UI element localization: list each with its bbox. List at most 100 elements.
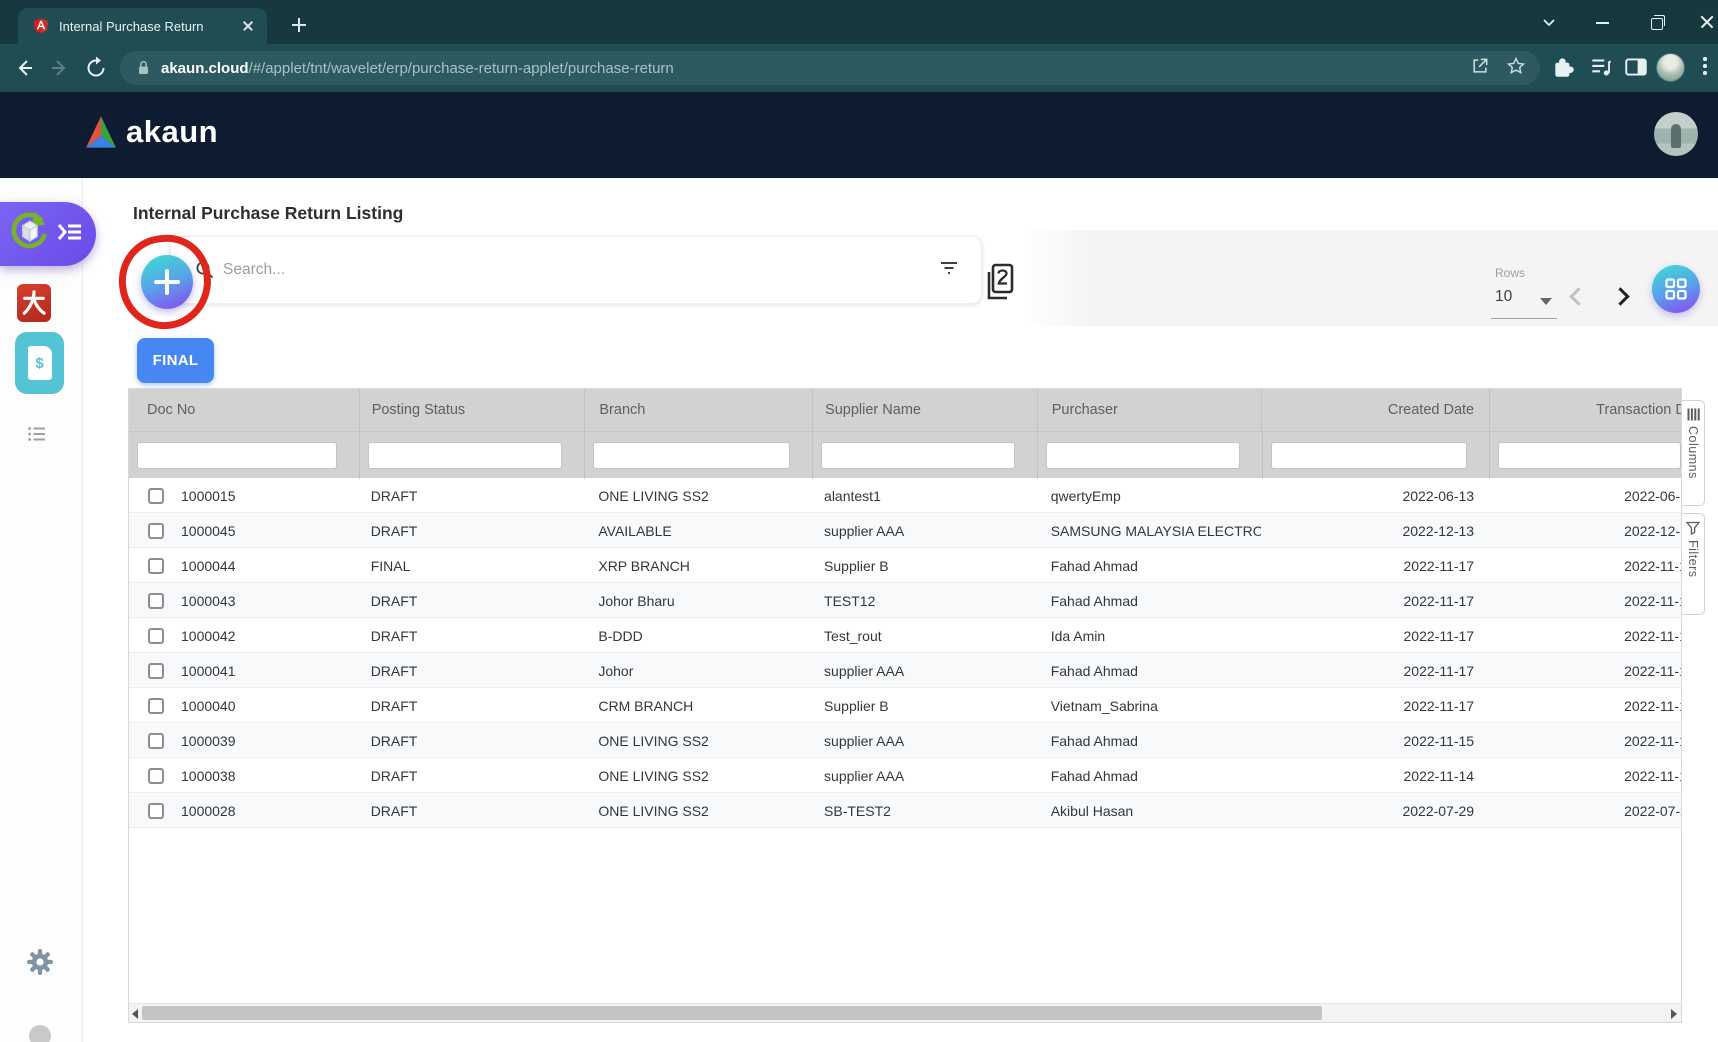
table-row[interactable]: 1000044FINALXRP BRANCHSupplier BFahad Ah… xyxy=(129,548,1681,583)
table-row[interactable]: 1000042DRAFTB-DDDTest_routIda Amin2022-1… xyxy=(129,618,1681,653)
filter-input-supplier-name[interactable] xyxy=(821,442,1015,469)
doc-no-text: 1000040 xyxy=(181,698,236,714)
cell-purchaser: Fahad Ahmad xyxy=(1037,548,1262,583)
table-row[interactable]: 1000028DRAFTONE LIVING SS2SB-TEST2Akibul… xyxy=(129,793,1681,828)
sidebar-item-purchase-return-applet[interactable] xyxy=(0,202,96,266)
row-checkbox[interactable] xyxy=(148,733,164,749)
tab-close-icon[interactable] xyxy=(239,17,257,35)
playlist-icon xyxy=(57,220,83,249)
cell-posting-status: DRAFT xyxy=(359,793,585,828)
table-header-row: Doc No Posting Status Branch Supplier Na… xyxy=(129,389,1681,431)
sidebar-item-cjk-app[interactable] xyxy=(17,284,51,322)
filter-input-posting-status[interactable] xyxy=(368,442,563,469)
reading-list-icon[interactable] xyxy=(1588,54,1616,82)
row-checkbox[interactable] xyxy=(148,663,164,679)
row-checkbox[interactable] xyxy=(148,558,164,574)
share-icon[interactable] xyxy=(1470,56,1490,81)
brand-name: akaun xyxy=(126,114,218,150)
cell-transaction-date: 2022-11-17 xyxy=(1489,548,1681,583)
create-new-button[interactable] xyxy=(141,255,193,309)
browser-menu-icon[interactable] xyxy=(1702,57,1708,79)
table-row[interactable]: 1000038DRAFTONE LIVING SS2supplier AAAFa… xyxy=(129,758,1681,793)
doc-no-text: 1000044 xyxy=(181,558,236,574)
row-checkbox[interactable] xyxy=(148,768,164,784)
tab-columns[interactable]: Columns xyxy=(1682,400,1705,506)
horizontal-scrollbar[interactable] xyxy=(129,1003,1681,1022)
doc-no-text: 1000039 xyxy=(181,733,236,749)
table-row[interactable]: 1000039DRAFTONE LIVING SS2supplier AAAFa… xyxy=(129,723,1681,758)
browser-tabstrip: Internal Purchase Return xyxy=(0,0,1718,44)
cell-doc-no: 1000038 xyxy=(129,758,359,793)
table-row[interactable]: 1000015DRAFTONE LIVING SS2alantest1qwert… xyxy=(129,478,1681,513)
page-title: Internal Purchase Return Listing xyxy=(133,203,403,224)
column-header-supplier-name[interactable]: Supplier Name xyxy=(812,389,1037,431)
row-checkbox[interactable] xyxy=(148,698,164,714)
rows-caret-icon[interactable] xyxy=(1540,298,1552,305)
sidebar-item-list[interactable] xyxy=(28,426,46,447)
filter-input-doc-no[interactable] xyxy=(137,442,337,469)
rows-per-page-select[interactable]: 10 xyxy=(1495,288,1512,306)
filter-list-icon[interactable] xyxy=(939,260,959,281)
grid-view-button[interactable] xyxy=(1652,265,1700,313)
row-checkbox[interactable] xyxy=(148,593,164,609)
extensions-puzzle-icon[interactable] xyxy=(1551,54,1579,82)
duplicate-pages-icon[interactable] xyxy=(984,262,1016,302)
back-icon[interactable] xyxy=(10,54,38,82)
cell-purchaser: SAMSUNG MALAYSIA ELECTRO... xyxy=(1037,513,1262,548)
filter-input-branch[interactable] xyxy=(593,442,790,469)
tab-filters[interactable]: Filters xyxy=(1682,513,1705,615)
row-checkbox[interactable] xyxy=(148,488,164,504)
window-close-button[interactable] xyxy=(1694,10,1718,34)
address-bar[interactable]: akaun.cloud/#/applet/tnt/wavelet/erp/pur… xyxy=(120,51,1540,85)
new-tab-button[interactable] xyxy=(286,12,312,38)
cell-doc-no: 1000028 xyxy=(129,793,359,828)
user-avatar[interactable] xyxy=(1654,112,1698,156)
cell-created-date: 2022-11-14 xyxy=(1261,758,1489,793)
sidebar-item-billing-app[interactable]: $ xyxy=(15,332,64,394)
row-checkbox[interactable] xyxy=(148,628,164,644)
lock-icon xyxy=(136,59,151,77)
search-bar xyxy=(170,236,982,304)
filter-input-purchaser[interactable] xyxy=(1046,442,1240,469)
reload-icon[interactable] xyxy=(82,54,110,82)
cjk-character-icon xyxy=(21,289,47,317)
support-person-icon[interactable] xyxy=(29,1025,51,1042)
column-header-created-date[interactable]: Created Date xyxy=(1261,389,1489,431)
side-panel-icon[interactable] xyxy=(1623,54,1651,82)
scroll-right-arrow-icon[interactable] xyxy=(1671,1009,1677,1019)
browser-window: Internal Purchase Return akaun.cloud/#/a… xyxy=(0,0,1718,1042)
scrollbar-thumb[interactable] xyxy=(142,1006,1322,1020)
cell-purchaser: qwertyEmp xyxy=(1037,478,1262,513)
table-row[interactable]: 1000043DRAFTJohor BharuTEST12Fahad Ahmad… xyxy=(129,583,1681,618)
browser-profile-avatar[interactable] xyxy=(1656,53,1685,82)
search-input[interactable] xyxy=(223,261,939,279)
table-row[interactable]: 1000040DRAFTCRM BRANCHSupplier BVietnam_… xyxy=(129,688,1681,723)
forward-icon[interactable] xyxy=(46,54,74,82)
column-header-posting-status[interactable]: Posting Status xyxy=(359,389,585,431)
browser-tab[interactable]: Internal Purchase Return xyxy=(18,8,267,44)
row-checkbox[interactable] xyxy=(148,523,164,539)
table-row[interactable]: 1000041DRAFTJohorsupplier AAAFahad Ahmad… xyxy=(129,653,1681,688)
column-header-branch[interactable]: Branch xyxy=(584,389,812,431)
row-checkbox[interactable] xyxy=(148,803,164,819)
filter-input-created-date[interactable] xyxy=(1271,442,1468,469)
window-minimize-button[interactable] xyxy=(1590,10,1616,34)
scroll-left-arrow-icon[interactable] xyxy=(132,1009,138,1019)
return-box-icon xyxy=(7,207,51,262)
cell-doc-no: 1000042 xyxy=(129,618,359,653)
window-restore-button[interactable] xyxy=(1645,10,1671,34)
final-filter-button[interactable]: FINAL xyxy=(137,338,214,383)
cell-supplier-name: supplier AAA xyxy=(812,653,1037,688)
table-row[interactable]: 1000045DRAFTAVAILABLEsupplier AAASAMSUNG… xyxy=(129,513,1681,548)
settings-gear-icon[interactable] xyxy=(26,948,54,981)
tab-search-chevron-icon[interactable] xyxy=(1536,10,1562,34)
akaun-logo[interactable]: akaun xyxy=(84,114,218,150)
column-header-purchaser[interactable]: Purchaser xyxy=(1037,389,1262,431)
column-header-doc-no[interactable]: Doc No xyxy=(129,389,359,431)
cell-posting-status: DRAFT xyxy=(359,688,585,723)
cell-posting-status: DRAFT xyxy=(359,478,585,513)
filter-input-transaction-date[interactable] xyxy=(1498,442,1681,469)
column-header-transaction-date[interactable]: Transaction Date xyxy=(1489,389,1681,431)
cell-branch: ONE LIVING SS2 xyxy=(584,793,812,828)
bookmark-star-icon[interactable] xyxy=(1506,56,1526,81)
